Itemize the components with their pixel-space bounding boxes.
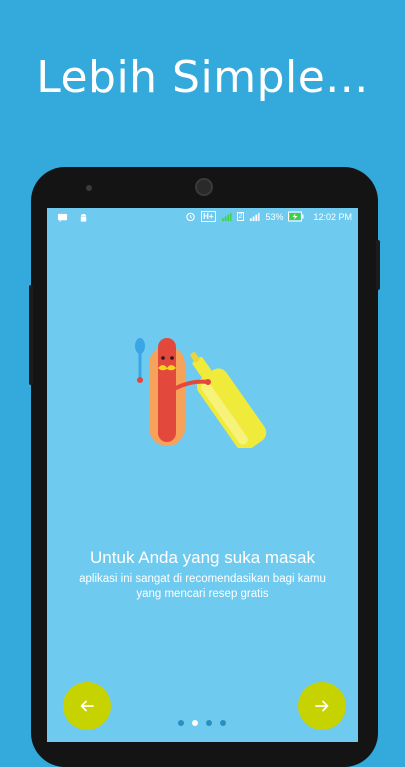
status-bar: H+ 2 53% 12:02 PM [47, 208, 358, 228]
signal-1-icon [221, 212, 232, 222]
signal-2-icon [250, 212, 260, 222]
front-camera [195, 178, 213, 196]
battery-charging-icon [288, 211, 304, 222]
network-type-badge: H+ [201, 211, 216, 222]
previous-button[interactable] [63, 682, 111, 730]
arrow-right-icon [315, 700, 329, 712]
hotdog-mustard-illustration [135, 338, 267, 448]
proximity-sensor [86, 185, 92, 191]
page-dot-1 [178, 720, 184, 726]
volume-button [29, 285, 33, 385]
slide-title: Untuk Anda yang suka masak [90, 548, 315, 567]
page-dot-2 [192, 720, 198, 726]
headline: Lebih Simple... [36, 52, 369, 103]
alarm-icon [186, 212, 195, 222]
arrow-left-icon [80, 700, 94, 712]
page-dot-3 [206, 720, 212, 726]
slide-description: aplikasi ini sangat di recomendasikan ba… [79, 573, 326, 600]
android-debug-icon [80, 213, 87, 222]
phone-screen: H+ 2 53% 12:02 PM Untuk Anda yang suka m… [47, 208, 358, 742]
sim-badge: 2 [236, 212, 245, 221]
power-button [376, 240, 380, 290]
battery-percent: 53% [265, 211, 284, 222]
next-button[interactable] [298, 682, 346, 730]
page-indicator [178, 720, 226, 726]
page-dot-4 [220, 720, 226, 726]
clock-time: 12:02 PM [313, 211, 352, 222]
notification-message-icon [57, 213, 68, 223]
